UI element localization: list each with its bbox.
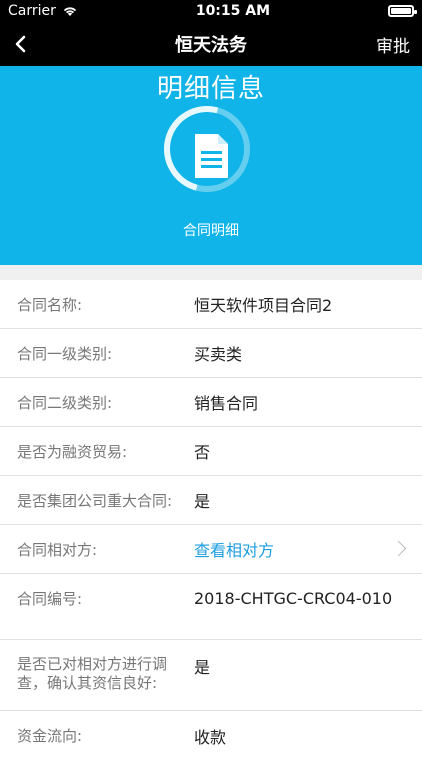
detail-row-major-contract: 是否集团公司重大合同: 是 [0,476,422,525]
detail-label: 合同名称: [17,295,83,314]
detail-row-contract-number: 合同编号: 2018-CHTGC-CRC04-010 [0,574,422,640]
wifi-icon [63,7,77,16]
approve-button[interactable]: 审批 [376,32,410,57]
detail-value: 是 [194,492,211,511]
detail-value: 买卖类 [194,345,243,364]
section-caption: 合同明细 [183,223,239,239]
detail-value: 收款 [194,727,227,747]
detail-list: 合同名称: 恒天软件项目合同2 合同一级类别: 买卖类 合同二级类别: 销售合同… [0,280,422,760]
detail-row-financing-trade: 是否为融资贸易: 否 [0,427,422,476]
detail-row-category-2: 合同二级类别: 销售合同 [0,378,422,427]
clock: 10:15 AM [195,3,271,19]
page-title: 明细信息 [156,74,265,104]
back-button[interactable] [14,22,26,66]
detail-row-credit-check: 是否已对相对方进行调查，确认其资信良好: 是 [0,640,422,711]
status-bar: Carrier 10:15 AM [0,0,422,22]
detail-row-contract-name: 合同名称: 恒天软件项目合同2 [0,280,422,329]
detail-row-category-1: 合同一级类别: 买卖类 [0,329,422,378]
navigation-bar: 恒天法务 审批 [0,22,422,66]
detail-value: 是 [194,658,211,677]
chevron-left-icon [15,35,26,53]
carrier-label: Carrier [8,3,56,19]
detail-label: 合同二级类别: [17,393,113,412]
detail-label: 资金流向: [17,727,83,745]
section-gap [0,265,422,280]
detail-value: 2018-CHTGC-CRC04-010 [194,589,393,608]
detail-label: 是否已对相对方进行调查，确认其资信良好: [17,655,168,692]
view-counterparty-link[interactable]: 查看相对方 [194,537,422,561]
battery-icon [387,5,417,17]
detail-label: 是否集团公司重大合同: [17,491,173,510]
detail-row-counterparty[interactable]: 合同相对方: 查看相对方 [0,525,422,574]
detail-value: 否 [194,443,211,462]
detail-value: 恒天软件项目合同2 [194,296,333,315]
detail-row-fund-flow: 资金流向: 收款 [0,711,422,760]
detail-label: 是否为融资贸易: [17,442,128,461]
detail-label: 合同一级类别: [17,344,113,363]
detail-label: 合同编号: [17,590,83,608]
document-icon [195,134,228,178]
detail-value: 销售合同 [194,394,259,413]
nav-title: 恒天法务 [175,35,247,56]
detail-label: 合同相对方: [17,540,98,559]
detail-header: 明细信息 合同明细 [0,66,422,265]
